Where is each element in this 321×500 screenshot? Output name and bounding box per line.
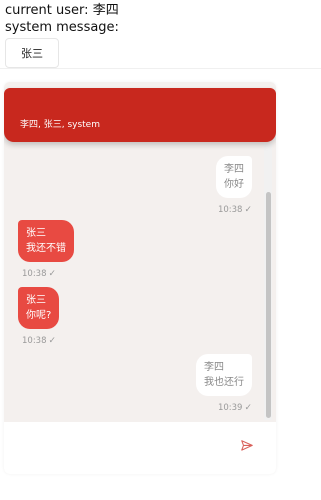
message-text: 你好 — [224, 179, 244, 190]
message-time: 10:38 — [22, 269, 47, 279]
message-time: 10:38 — [217, 205, 243, 215]
chat-window: 10:38✓ 李四 你好 10:38✓ 张三 我还不错 10:38✓ 张三 — [4, 82, 276, 474]
check-icon: ✓ — [244, 205, 252, 215]
check-icon: ✓ — [48, 336, 57, 346]
message-item: 张三 你呢? 10:38 ✓ — [18, 287, 60, 346]
message-sender: 李四 — [224, 164, 244, 175]
message-bubble: 李四 我也还行 — [196, 354, 252, 396]
message-item: 李四 你好 10:38 ✓ — [216, 156, 252, 215]
current-user-name: 李四 — [92, 3, 119, 18]
message-time: 10:38 — [22, 336, 47, 346]
current-user-label: current user: — [5, 3, 89, 18]
chat-title: 李四, 张三, system — [20, 120, 100, 130]
divider — [0, 68, 321, 69]
message-bubble: 张三 我还不错 — [18, 220, 74, 262]
message-bubble: 张三 你呢? — [18, 287, 60, 329]
current-user-line: current user: 李四 — [5, 3, 119, 19]
check-icon: ✓ — [244, 403, 252, 413]
message-text: 你呢? — [26, 310, 52, 321]
switch-user-button[interactable]: 张三 — [5, 38, 59, 68]
check-icon: ✓ — [48, 269, 57, 279]
message-sender: 张三 — [26, 295, 46, 306]
message-item: 李四 我也还行 10:39 ✓ — [196, 354, 252, 413]
message-bubble: 李四 你好 — [216, 156, 252, 198]
message-sender: 张三 — [26, 228, 46, 239]
system-message-label: system message: — [5, 20, 119, 35]
send-icon[interactable] — [240, 439, 254, 453]
chat-header: 李四, 张三, system — [4, 88, 276, 142]
message-text: 我也还行 — [204, 377, 244, 388]
message-text: 我还不错 — [26, 243, 66, 254]
message-input-bar[interactable] — [4, 422, 276, 474]
scrollbar-thumb[interactable] — [266, 192, 271, 418]
message-item: 张三 我还不错 10:38 ✓ — [18, 220, 74, 279]
message-sender: 李四 — [204, 362, 224, 373]
message-time: 10:39 — [217, 403, 243, 413]
